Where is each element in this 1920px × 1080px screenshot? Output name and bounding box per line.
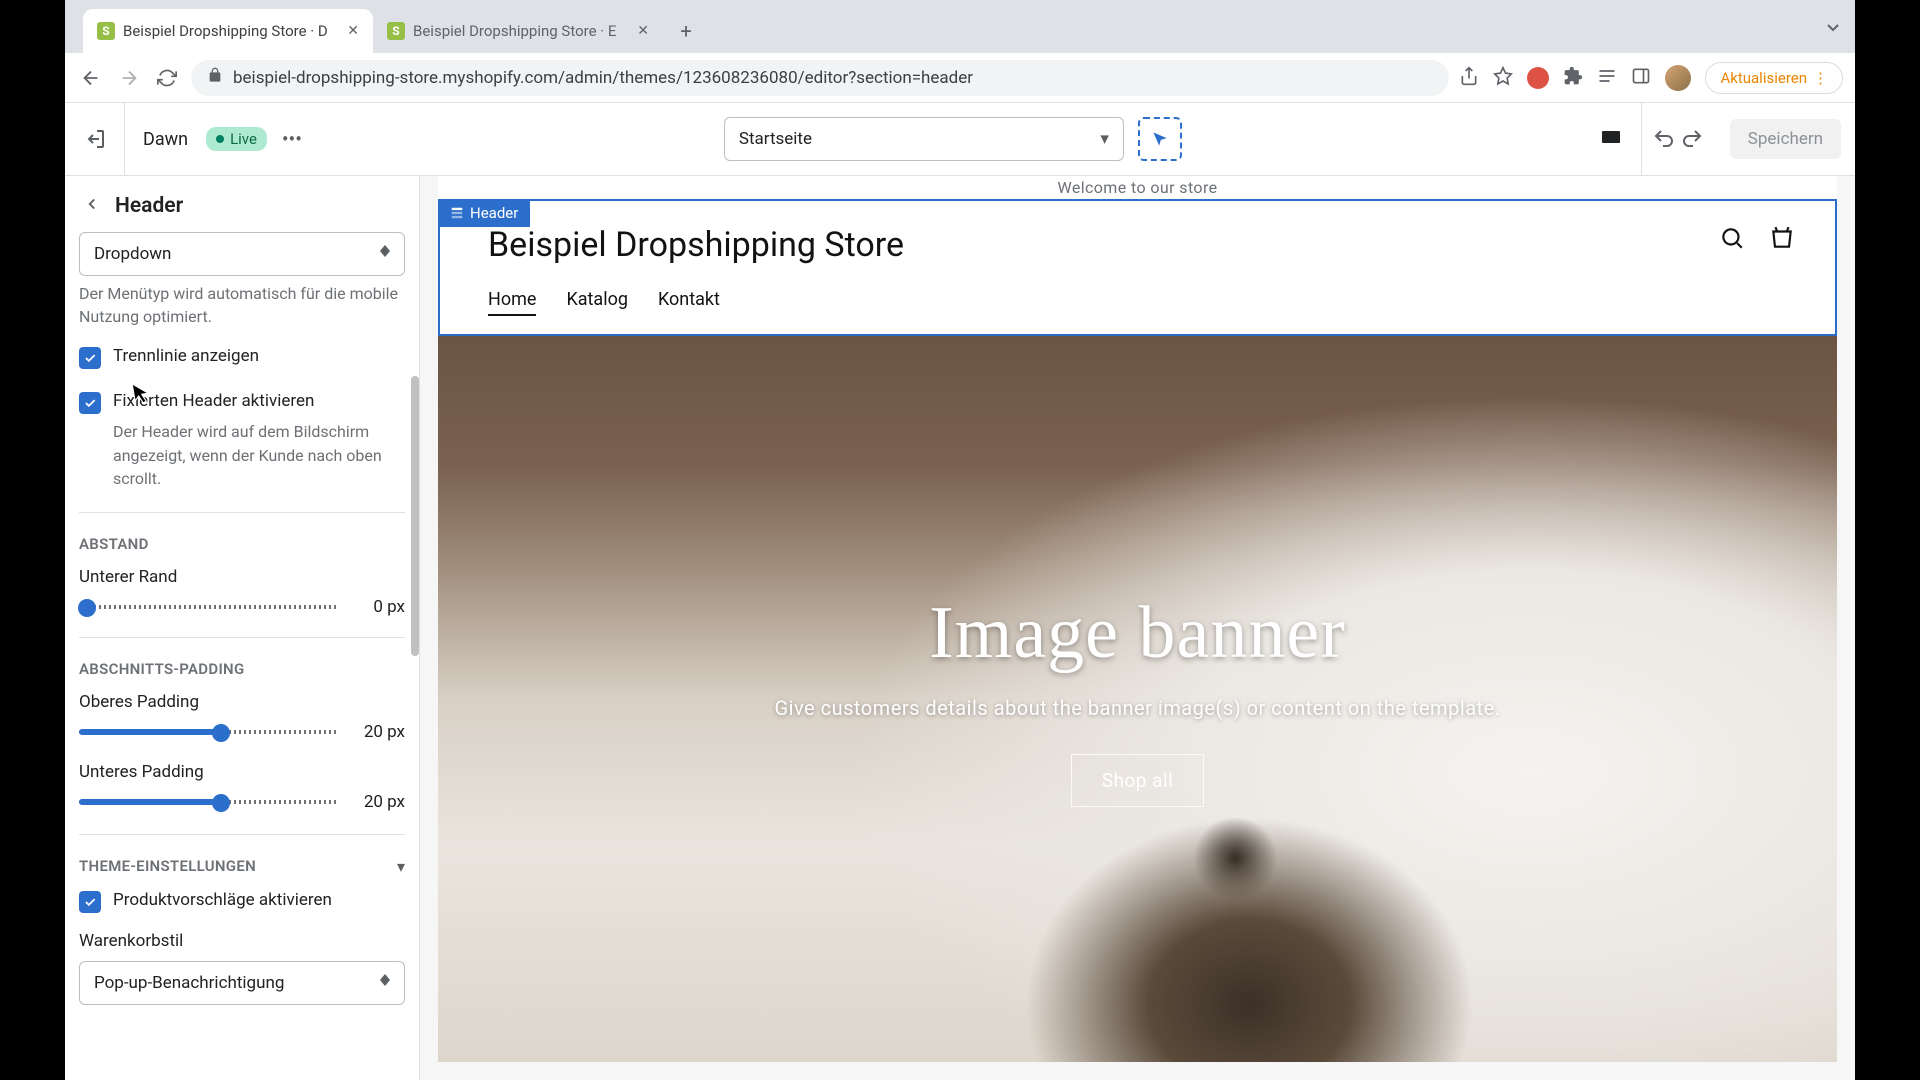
menu-type-help: Der Menütyp wird automatisch für die mob… <box>79 282 405 328</box>
bottom-margin-label: Unterer Rand <box>79 567 405 587</box>
selected-header-section[interactable]: Header Beispiel Dropshipping Store Home … <box>438 199 1837 336</box>
kebab-icon: ⋮ <box>1813 69 1828 87</box>
profile-avatar[interactable] <box>1665 65 1691 91</box>
top-padding-value: 20 px <box>351 722 405 742</box>
browser-tab-inactive[interactable]: S Beispiel Dropshipping Store · E ✕ <box>373 9 663 53</box>
preview-canvas: Welcome to our store Header Beispiel Dro… <box>420 176 1855 1080</box>
cart-style-value: Pop-up-Benachrichtigung <box>94 973 284 993</box>
bottom-margin-slider[interactable] <box>79 597 337 617</box>
settings-sidebar: Header Dropdown Der Menütyp wird automat… <box>65 176 420 1080</box>
show-line-checkbox[interactable] <box>79 347 101 369</box>
browser-tabstrip: S Beispiel Dropshipping Store · D ✕ S Be… <box>65 0 1855 53</box>
store-name: Beispiel Dropshipping Store <box>488 225 1787 265</box>
spacing-section-title: ABSTAND <box>79 535 405 553</box>
forward-icon <box>115 64 143 92</box>
sidebar-title: Header <box>115 194 183 218</box>
nav-link-home[interactable]: Home <box>488 289 536 316</box>
theme-settings-title: THEME-EINSTELLUNGEN <box>79 857 256 875</box>
url-input[interactable]: beispiel-dropshipping-store.myshopify.co… <box>191 60 1449 96</box>
collapse-caret-icon[interactable]: ▾ <box>397 857 405 876</box>
top-padding-slider[interactable] <box>79 722 337 742</box>
redo-icon[interactable] <box>1678 125 1706 153</box>
banner-cta-button[interactable]: Shop all <box>1071 754 1205 807</box>
sticky-header-checkbox[interactable] <box>79 392 101 414</box>
tab-title: Beispiel Dropshipping Store · E <box>413 22 616 40</box>
bottom-padding-slider[interactable] <box>79 792 337 812</box>
lock-icon <box>207 67 223 88</box>
sticky-header-label: Fixierten Header aktivieren <box>113 391 314 411</box>
live-badge: Live <box>206 127 267 151</box>
sticky-header-help: Der Header wird auf dem Bildschirm angez… <box>113 420 405 490</box>
tab-title: Beispiel Dropshipping Store · D <box>123 22 328 40</box>
banner-subtitle: Give customers details about the banner … <box>774 696 1500 720</box>
reading-list-icon[interactable] <box>1597 66 1617 90</box>
main-navigation: Home Katalog Kontakt <box>488 289 1787 316</box>
exit-editor-button[interactable] <box>65 103 125 175</box>
padding-section-title: ABSCHNITTS-PADDING <box>79 660 405 678</box>
save-label: Speichern <box>1748 129 1823 149</box>
more-actions-button[interactable]: ••• <box>267 127 317 151</box>
predictive-search-checkbox[interactable] <box>79 891 101 913</box>
nav-link-kontakt[interactable]: Kontakt <box>658 289 720 316</box>
panel-icon[interactable] <box>1631 66 1651 90</box>
desktop-view-icon[interactable] <box>1589 117 1633 161</box>
undo-icon[interactable] <box>1650 125 1678 153</box>
cart-style-label: Warenkorbstil <box>79 931 405 951</box>
new-tab-button[interactable]: + <box>669 14 703 48</box>
image-banner-section[interactable]: Image banner Give customers details abou… <box>438 336 1837 1062</box>
editor-topbar: Dawn Live ••• Startseite Speichern <box>65 103 1855 176</box>
shopify-favicon-icon: S <box>387 22 405 40</box>
url-text: beispiel-dropshipping-store.myshopify.co… <box>233 68 973 88</box>
browser-address-bar: beispiel-dropshipping-store.myshopify.co… <box>65 53 1855 103</box>
predictive-search-label: Produktvorschläge aktivieren <box>113 890 332 910</box>
menu-type-value: Dropdown <box>94 244 171 264</box>
bottom-margin-value: 0 px <box>351 597 405 617</box>
browser-tab-active[interactable]: S Beispiel Dropshipping Store · D ✕ <box>83 9 373 53</box>
tab-overflow-icon[interactable] <box>1825 19 1841 39</box>
announcement-bar: Welcome to our store <box>438 176 1837 199</box>
inspector-cursor-button[interactable] <box>1138 117 1182 161</box>
nav-link-katalog[interactable]: Katalog <box>566 289 628 316</box>
search-icon[interactable] <box>1719 225 1745 255</box>
reload-icon[interactable] <box>153 64 181 92</box>
section-tag: Header <box>438 199 530 227</box>
back-arrow-icon[interactable] <box>83 195 101 218</box>
extensions-icon[interactable] <box>1563 66 1583 90</box>
extension-red-icon[interactable] <box>1527 67 1549 89</box>
bottom-padding-label: Unteres Padding <box>79 762 405 782</box>
show-line-label: Trennlinie anzeigen <box>113 346 259 366</box>
cart-icon[interactable] <box>1769 225 1795 255</box>
banner-title: Image banner <box>929 591 1346 676</box>
sidebar-scrollbar[interactable] <box>411 376 419 656</box>
theme-name: Dawn <box>125 129 206 150</box>
top-padding-label: Oberes Padding <box>79 692 405 712</box>
bottom-padding-value: 20 px <box>351 792 405 812</box>
shopify-favicon-icon: S <box>97 22 115 40</box>
close-icon[interactable]: ✕ <box>347 23 359 39</box>
share-icon[interactable] <box>1459 66 1479 90</box>
cart-style-select[interactable]: Pop-up-Benachrichtigung <box>79 961 405 1005</box>
back-icon[interactable] <box>77 64 105 92</box>
bookmark-star-icon[interactable] <box>1493 66 1513 90</box>
update-label: Aktualisieren <box>1720 69 1807 87</box>
close-icon[interactable]: ✕ <box>637 23 649 39</box>
menu-type-select[interactable]: Dropdown <box>79 232 405 276</box>
page-template-select[interactable]: Startseite <box>724 117 1124 161</box>
page-select-value: Startseite <box>739 129 812 149</box>
save-button: Speichern <box>1730 119 1841 159</box>
update-button[interactable]: Aktualisieren ⋮ <box>1705 62 1843 94</box>
